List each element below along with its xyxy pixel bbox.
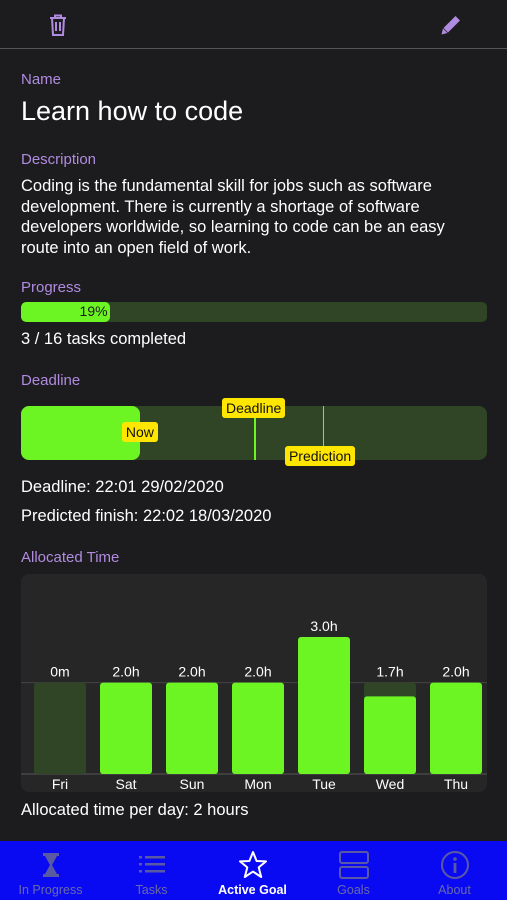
- allocated-time-footer: Allocated time per day: 2 hours: [21, 801, 249, 819]
- tab-label: Tasks: [135, 883, 168, 897]
- bar-mon: [232, 682, 284, 774]
- tab-in-progress[interactable]: In Progress: [0, 841, 101, 900]
- list-icon: [136, 849, 168, 881]
- data-label-mon: 2.0h: [244, 664, 271, 680]
- bar-chart-svg: 0m Fri 2.0h Sat 2.0h Sun 2.0h Mon 3.0h Tue 1.7h Wed…: [21, 618, 487, 792]
- tab-label: Goals: [337, 883, 370, 897]
- data-label-sat: 2.0h: [112, 664, 139, 680]
- bar-wed: [364, 696, 416, 774]
- tick-label-tue: Tue: [312, 776, 336, 792]
- description-line: development. There is currently a shorta…: [21, 197, 420, 216]
- deadline-date: Deadline: 22:01 29/02/2020: [21, 478, 224, 496]
- top-toolbar: [0, 0, 507, 49]
- progress-bar: 19%: [21, 302, 487, 322]
- tick-label-wed: Wed: [376, 776, 405, 792]
- bar-thu: [430, 682, 482, 774]
- goal-title: Learn how to code: [21, 96, 244, 126]
- data-label-wed: 1.7h: [376, 664, 403, 680]
- progress-label: Progress: [21, 279, 82, 296]
- tab-label: In Progress: [18, 883, 83, 897]
- allocated-time-label: Allocated Time: [21, 549, 120, 566]
- tab-about[interactable]: About: [404, 841, 505, 900]
- stack-icon: [338, 849, 370, 881]
- description-label: Description: [21, 151, 97, 168]
- tasks-completed: 3 / 16 tasks completed: [21, 330, 187, 348]
- bar-tue: [298, 637, 350, 774]
- description-line: Coding is the fundamental skill for jobs…: [21, 177, 432, 195]
- progress-percent: 19%: [79, 303, 108, 319]
- tab-tasks[interactable]: Tasks: [101, 841, 202, 900]
- goal-description: Coding is the fundamental skill for jobs…: [21, 176, 491, 258]
- star-icon: [237, 849, 269, 881]
- tab-label: Active Goal: [218, 883, 287, 897]
- prediction-tag: Prediction: [284, 446, 356, 466]
- data-label-thu: 2.0h: [442, 664, 469, 680]
- predicted-finish-date: Predicted finish: 22:02 18/03/2020: [21, 507, 272, 525]
- deadline-label: Deadline: [21, 372, 81, 389]
- data-label-tue: 3.0h: [310, 618, 337, 634]
- bar-sat: [100, 682, 152, 774]
- now-tag: Now: [121, 422, 158, 442]
- trash-icon[interactable]: [44, 11, 72, 39]
- allocated-time-chart: 0m Fri 2.0h Sat 2.0h Sun 2.0h Mon 3.0h Tue 1.7h Wed…: [21, 574, 487, 792]
- tab-active-goal[interactable]: Active Goal: [202, 841, 303, 900]
- bar-sun: [166, 682, 218, 774]
- hourglass-icon: [35, 849, 67, 881]
- tab-label: About: [438, 883, 471, 897]
- pencil-icon[interactable]: [437, 11, 465, 39]
- tick-label-sat: Sat: [115, 776, 136, 792]
- data-label-fri: 0m: [50, 664, 69, 680]
- data-label-sun: 2.0h: [178, 664, 205, 680]
- tick-label-mon: Mon: [244, 776, 271, 792]
- deadline-tag: Deadline: [222, 398, 286, 418]
- tick-label-sun: Sun: [180, 776, 205, 792]
- tick-label-fri: Fri: [52, 776, 68, 792]
- tick-label-thu: Thu: [444, 776, 468, 792]
- info-icon: [439, 849, 471, 881]
- description-line: route into an open field of work.: [21, 238, 252, 257]
- target-block: [34, 682, 86, 774]
- name-label: Name: [21, 71, 62, 88]
- tab-goals[interactable]: Goals: [303, 841, 404, 900]
- description-line: developers worldwide, so learning to cod…: [21, 218, 445, 236]
- tab-bar: In Progress Tasks Active Goal Goals Abou…: [0, 841, 507, 900]
